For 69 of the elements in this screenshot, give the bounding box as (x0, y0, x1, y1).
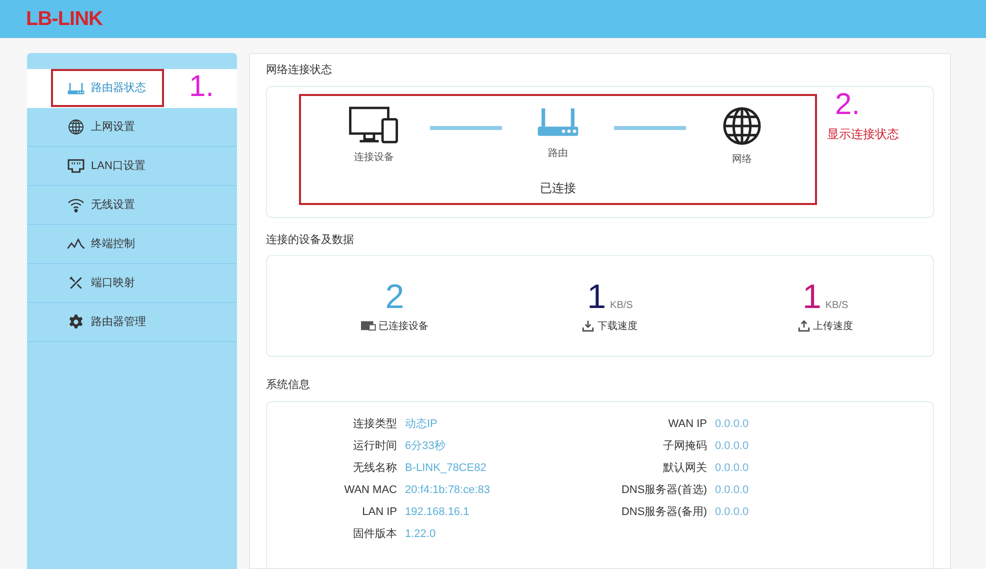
waveform-icon (67, 236, 85, 252)
info-value: 0.0.0.0 (715, 460, 749, 476)
tools-icon (67, 275, 85, 291)
info-value: 1.22.0 (405, 526, 437, 542)
info-value: 0.0.0.0 (715, 438, 749, 454)
info-label: 连接类型 (352, 416, 397, 432)
connector-line (614, 126, 686, 130)
connector-line (430, 126, 502, 130)
router-icon (67, 80, 85, 96)
devices-icon (360, 321, 376, 331)
sidebar-item[interactable]: LAN口设置 (27, 147, 237, 186)
annotation-note: 显示连接状态 (827, 126, 899, 142)
stat-label: 上传速度 (812, 320, 853, 334)
connection-status: 已连接 (540, 180, 576, 196)
download-icon (582, 320, 594, 332)
info-label: WAN IP (667, 416, 707, 432)
info-label: DNS服务器(首选) (620, 482, 707, 498)
stat-value: 1 (587, 278, 606, 314)
sidebar-item-label: 路由器管理 (91, 314, 146, 330)
node-label: 连接设备 (354, 150, 394, 164)
sidebar-item[interactable]: 终端控制 (27, 225, 237, 264)
node-label: 路由 (548, 146, 568, 160)
info-label: 子网掩码 (662, 438, 707, 454)
sidebar-item-label: 上网设置 (91, 120, 135, 135)
stat-label: 已连接设备 (378, 320, 429, 334)
info-label: DNS服务器(备用) (620, 504, 707, 520)
sidebar-item[interactable]: 上网设置 (27, 108, 237, 147)
sidebar-item[interactable]: 路由器状态 1. (27, 69, 237, 108)
stat-value: 2 (385, 278, 404, 314)
stat-label: 下载速度 (597, 320, 638, 334)
section-title: 系统信息 (266, 378, 311, 393)
info-value: 192.168.16.1 (405, 504, 470, 520)
info-label: LAN IP (361, 504, 397, 520)
section-title: 网络连接状态 (266, 62, 333, 78)
info-value: B-LINK_78CE82 (405, 460, 488, 476)
info-label: 默认网关 (662, 460, 707, 476)
sidebar-item-label: 路由器状态 (91, 80, 146, 96)
sidebar-item[interactable]: 端口映射 (27, 264, 237, 303)
upload-icon (798, 320, 810, 332)
info-value: 0.0.0.0 (715, 482, 749, 498)
settings-icon (67, 314, 85, 330)
info-value: 0.0.0.0 (715, 504, 749, 520)
annotation-number: 1. (189, 69, 214, 105)
stat-value: 1 (802, 278, 822, 314)
brand-logo: LB-LINK (26, 7, 102, 32)
info-label: 无线名称 (352, 460, 397, 476)
info-value: 动态IP (405, 416, 438, 432)
sidebar-item-label: 无线设置 (91, 198, 135, 213)
sidebar-item-label: 端口映射 (91, 276, 135, 291)
info-label: 运行时间 (352, 438, 397, 454)
sidebar-item-label: LAN口设置 (91, 158, 146, 174)
info-value: 20:f4:1b:78:ce:83 (405, 482, 492, 498)
stat-unit: KB/S (825, 298, 848, 312)
info-value: 0.0.0.0 (715, 416, 749, 432)
info-label: 固件版本 (352, 526, 397, 542)
ethernet-port-icon (67, 158, 85, 174)
wifi-icon (67, 197, 85, 213)
globe-icon (722, 106, 762, 146)
sidebar-item-label: 终端控制 (91, 236, 135, 252)
annotation-number: 2. (835, 86, 860, 122)
globe-icon (67, 119, 85, 135)
monitor-tablet-icon (348, 106, 400, 144)
sidebar-item[interactable]: 无线设置 (27, 186, 237, 225)
node-label: 网络 (732, 152, 752, 166)
sidebar-item[interactable]: 路由器管理 (27, 303, 237, 342)
info-value: 6分33秒 (405, 438, 446, 454)
info-label: WAN MAC (343, 482, 397, 498)
section-title: 连接的设备及数据 (266, 232, 355, 248)
stat-unit: KB/S (610, 298, 633, 312)
